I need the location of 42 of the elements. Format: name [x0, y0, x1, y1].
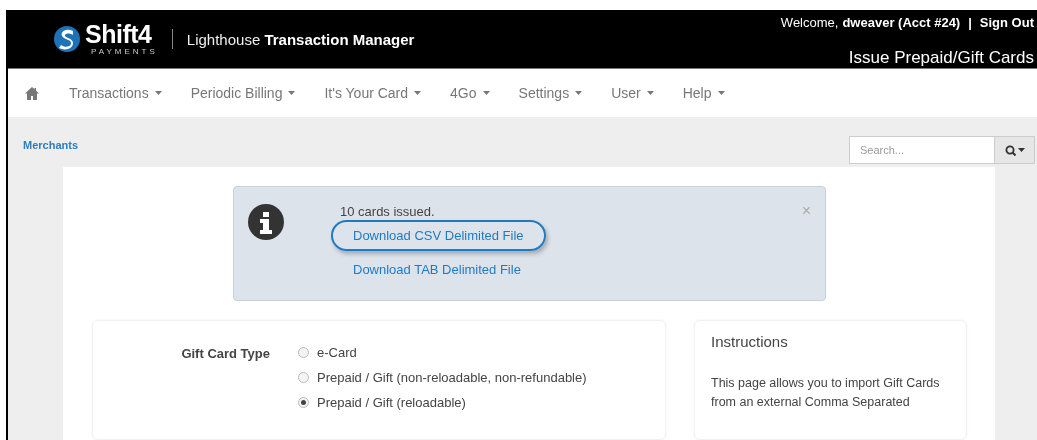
search-icon [1004, 144, 1016, 156]
download-link[interactable]: Download TAB Delimited File [331, 254, 543, 285]
caret-icon [1017, 148, 1025, 152]
nav-menu-item[interactable]: Transactions [69, 85, 162, 101]
welcome-text: Welcome, [780, 15, 839, 30]
instructions-title: Instructions [711, 333, 789, 350]
alert-message: 10 cards issued. [340, 204, 435, 219]
home-icon[interactable] [25, 86, 39, 100]
instructions-text: This page allows you to import Gift Cards from an external Comma Separated [711, 375, 941, 411]
search-field[interactable]: Search... [849, 136, 995, 164]
radio-option[interactable]: Prepaid / Gift (reloadable) [298, 395, 587, 410]
app-title: Lighthouse Transaction Manager [186, 30, 415, 48]
separator: | [968, 15, 972, 30]
radio-button[interactable] [298, 397, 309, 408]
radio-option[interactable]: e-Card [298, 345, 587, 360]
search-button[interactable] [995, 136, 1035, 164]
nav-menu-item[interactable]: It's Your Card [324, 85, 422, 101]
user-name: dweaver (Acct #24) [842, 15, 961, 30]
field-label: Gift Card Type [180, 345, 270, 363]
caret-icon [414, 91, 422, 95]
radio-option[interactable]: Prepaid / Gift (non-reloadable, non-refundable) [298, 370, 587, 385]
caret-icon [154, 91, 162, 95]
caret-icon [575, 91, 583, 95]
caret-icon [717, 91, 725, 95]
nav-menu-item[interactable]: 4Go [450, 85, 490, 101]
caret-icon [482, 91, 490, 95]
nav-menu-item[interactable]: User [611, 85, 654, 101]
radio-button[interactable] [298, 347, 309, 358]
nav-menu-item[interactable]: Periodic Billing [190, 85, 296, 101]
sign-out-link[interactable]: Sign Out [979, 15, 1034, 30]
info-icon [248, 204, 284, 240]
breadcrumb-link[interactable]: Merchants [23, 139, 79, 151]
logo-icon [52, 25, 82, 53]
caret-icon [288, 91, 296, 95]
logo-text: Shift4 [85, 22, 153, 47]
page-title: Issue Prepaid/Gift Cards [848, 48, 1034, 68]
download-link[interactable]: Download CSV Delimited File [331, 220, 546, 251]
nav-menu-item[interactable]: Help [682, 85, 725, 101]
logo-subtext: PAYMENTS [90, 48, 158, 56]
radio-button[interactable] [298, 372, 309, 383]
nav-menu-item[interactable]: Settings [518, 85, 583, 101]
caret-icon [646, 91, 654, 95]
